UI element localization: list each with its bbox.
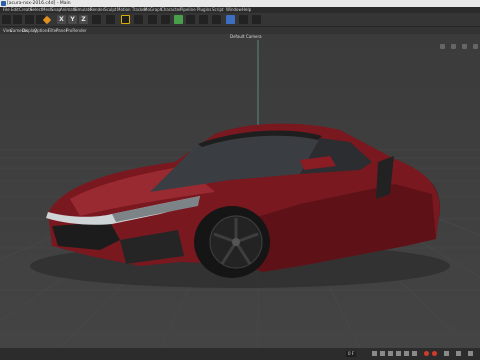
cube-object-icon[interactable] xyxy=(148,15,157,24)
viewport-menu-bar: View Cameras Display Options Filter Pane… xyxy=(0,27,480,34)
render-settings-icon[interactable] xyxy=(134,15,143,24)
subdivision-surface-icon[interactable] xyxy=(174,15,183,24)
step-back-icon[interactable] xyxy=(380,351,385,356)
viewport-menu-prorender[interactable]: ProRender xyxy=(66,27,87,34)
redo-icon[interactable] xyxy=(13,15,22,24)
zoom-view-icon[interactable] xyxy=(450,44,456,49)
play-backward-icon[interactable] xyxy=(388,351,393,356)
step-forward-icon[interactable] xyxy=(404,351,409,356)
y-axis-lock-button[interactable]: Y xyxy=(68,15,77,24)
timeline-settings-icon[interactable] xyxy=(468,351,473,356)
wheel-hub xyxy=(232,238,240,246)
auto-keyframe-icon[interactable] xyxy=(432,351,437,356)
viewport-scene xyxy=(0,40,480,348)
sky-object-icon[interactable] xyxy=(252,15,261,24)
pen-spline-icon[interactable] xyxy=(161,15,170,24)
goto-end-icon[interactable] xyxy=(412,351,417,356)
keyframe-selection-icon[interactable] xyxy=(444,351,449,356)
camera-object-icon[interactable] xyxy=(226,15,235,24)
sports-car-model[interactable] xyxy=(30,123,450,288)
main-toolbar: X Y Z xyxy=(0,13,480,27)
goto-start-icon[interactable] xyxy=(372,351,377,356)
title-bar: [acura-nsx-2016.c4d] - Main xyxy=(0,0,480,7)
play-icon[interactable] xyxy=(396,351,401,356)
render-to-picture-viewer-icon[interactable] xyxy=(121,15,130,24)
timeline-bar: 0 F xyxy=(0,348,480,360)
coordinate-system-icon[interactable] xyxy=(92,15,101,24)
render-view-icon[interactable] xyxy=(106,15,115,24)
live-selection-icon[interactable] xyxy=(25,15,34,24)
camera-label[interactable]: Default Camera xyxy=(230,34,262,39)
cinema4d-app-icon xyxy=(1,1,6,6)
cloner-icon[interactable] xyxy=(186,15,195,24)
maximize-view-icon[interactable] xyxy=(473,44,478,49)
frame-field[interactable]: 0 F xyxy=(346,351,357,357)
pan-view-icon[interactable] xyxy=(439,44,445,49)
light-object-icon[interactable] xyxy=(239,15,248,24)
rotate-view-icon[interactable] xyxy=(461,44,467,49)
position-key-icon[interactable] xyxy=(456,351,461,356)
z-axis-lock-button[interactable]: Z xyxy=(79,15,88,24)
floor-object-icon[interactable] xyxy=(212,15,221,24)
record-keyframe-icon[interactable] xyxy=(424,351,429,356)
viewport-nav-icons xyxy=(439,34,478,53)
perspective-viewport[interactable]: Default Camera xyxy=(0,34,480,348)
x-axis-lock-button[interactable]: X xyxy=(57,15,66,24)
bend-deformer-icon[interactable] xyxy=(199,15,208,24)
undo-icon[interactable] xyxy=(2,15,11,24)
window-title: [acura-nsx-2016.c4d] - Main xyxy=(7,1,71,6)
